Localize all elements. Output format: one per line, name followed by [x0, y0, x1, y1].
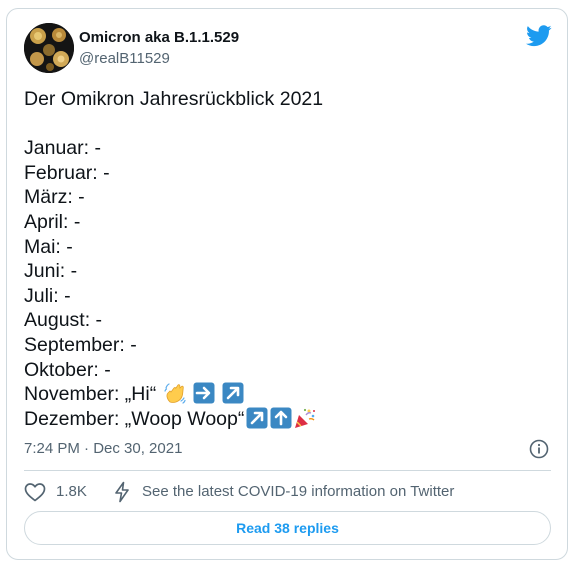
like-count[interactable]: 1.8K: [56, 483, 87, 500]
twitter-bird-icon[interactable]: [526, 25, 552, 47]
month-line: Oktober: -: [24, 358, 111, 381]
month-line: Juli: -: [24, 284, 71, 307]
display-name[interactable]: Omicron aka B.1.1.529: [79, 29, 239, 46]
month-line: Februar: -: [24, 161, 110, 184]
month-line: Juni: -: [24, 260, 78, 283]
waving-hand-emoji: [164, 383, 186, 404]
avatar[interactable]: [24, 23, 74, 73]
month-line: Mai: -: [24, 235, 73, 258]
tweet-title-line: Der Omikron Jahresrückblick 2021: [24, 88, 324, 110]
tweet-text: Der Omikron Jahresrückblick 2021 Januar:…: [24, 87, 554, 431]
month-line: Januar: -: [24, 137, 101, 160]
divider: [24, 470, 551, 471]
dezember-text: Dezember: „Woop Woop“: [24, 407, 245, 430]
month-line-dezember: Dezember: „Woop Woop“: [24, 407, 554, 432]
up-right-arrow-emoji: [246, 407, 268, 429]
up-right-arrow-emoji: [222, 382, 244, 404]
right-arrow-emoji: [193, 382, 215, 404]
month-line: August: -: [24, 309, 103, 332]
november-text: November: „Hi“: [24, 383, 157, 406]
month-line: April: -: [24, 210, 81, 233]
month-line: September: -: [24, 333, 137, 356]
info-icon[interactable]: [529, 439, 549, 459]
tweet-card: Omicron aka B.1.1.529 @realB11529 Der Om…: [6, 8, 568, 560]
lightning-bolt-icon[interactable]: [113, 481, 131, 503]
heart-icon[interactable]: [24, 482, 46, 502]
covid-info-link[interactable]: See the latest COVID-19 information on T…: [142, 483, 454, 500]
month-line: März: -: [24, 186, 85, 209]
up-arrow-emoji: [270, 407, 292, 429]
party-popper-emoji: [295, 408, 316, 428]
user-handle[interactable]: @realB11529: [79, 50, 170, 67]
tweet-timestamp[interactable]: 7:24 PM · Dec 30, 2021: [24, 440, 182, 457]
read-replies-button[interactable]: Read 38 replies: [24, 511, 551, 545]
month-line-november: November: „Hi“: [24, 382, 554, 407]
